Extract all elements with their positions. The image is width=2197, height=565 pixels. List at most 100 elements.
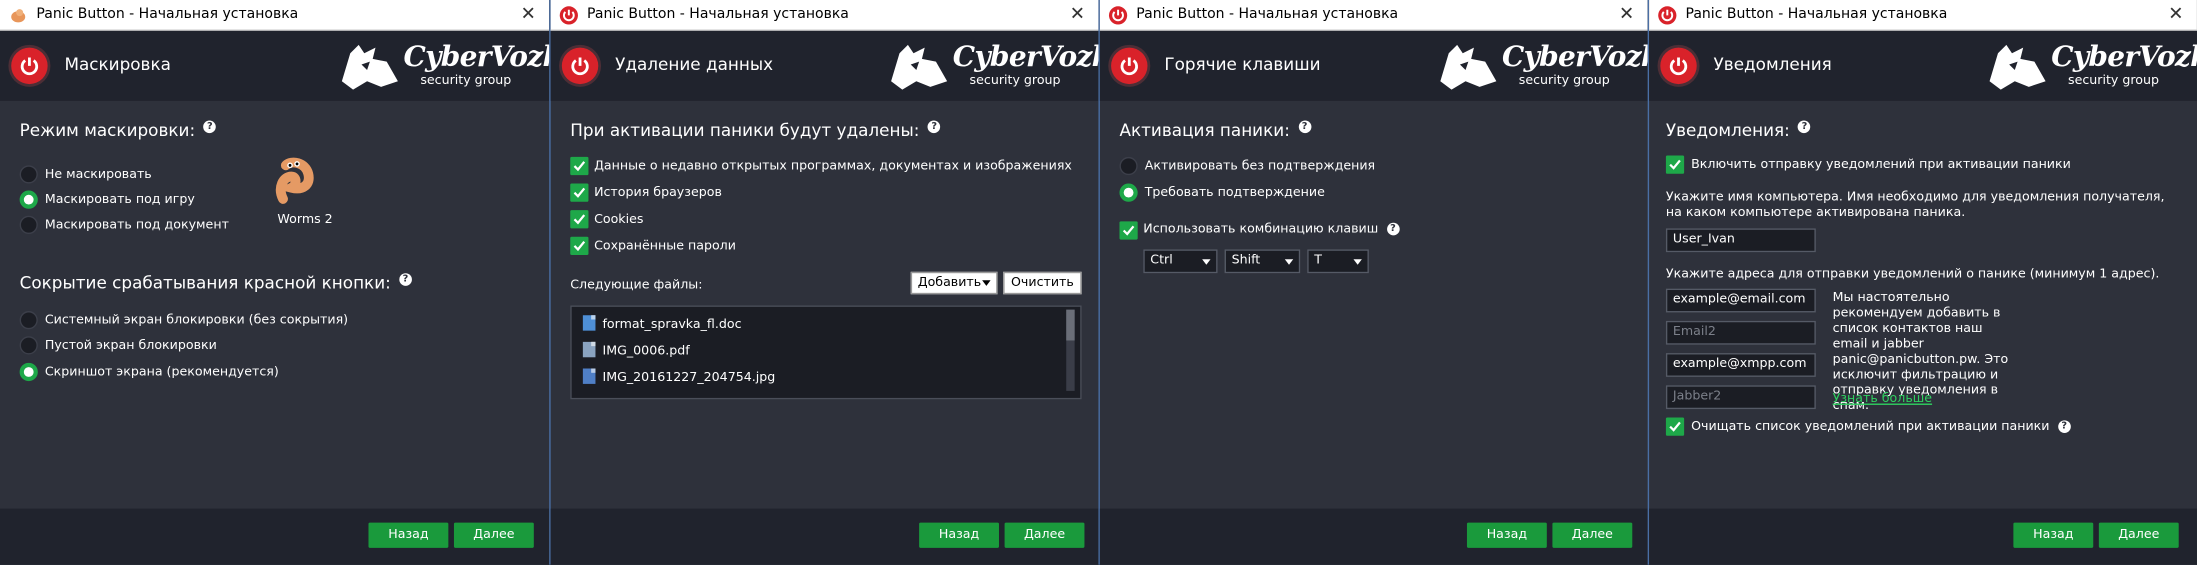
footer: Назад Далее	[0, 508, 550, 565]
radio-label: Требовать подтверждение	[1144, 186, 1325, 201]
check-icon	[1669, 159, 1681, 170]
brand-sub: security group	[1518, 74, 1610, 89]
power-icon	[1660, 47, 1697, 85]
chevron-down-icon	[1353, 259, 1362, 265]
back-button[interactable]: Назад	[2013, 522, 2094, 548]
window-delete-data: Panic Button - Начальная установка ✕ Уда…	[549, 0, 1112, 565]
content: При активации паники будут удалены:? Дан…	[551, 101, 1099, 509]
next-button[interactable]: Далее	[1004, 522, 1085, 548]
power-app-icon	[559, 5, 578, 24]
computer-hint: Укажите имя компьютера. Имя необходимо д…	[1665, 190, 2165, 220]
next-button[interactable]: Далее	[1552, 522, 1633, 548]
rhino-logo-icon	[1989, 44, 2046, 90]
radio-game-disguise[interactable]	[19, 190, 38, 209]
cybervozh-logo: CyberVozh security group	[1438, 36, 1661, 95]
radio-doc-disguise[interactable]	[19, 215, 38, 234]
checkbox-clear-list[interactable]	[1665, 417, 1685, 436]
cybervozh-logo: CyberVozh security group	[339, 36, 563, 95]
next-button[interactable]: Далее	[453, 522, 534, 548]
stage: Panic Button - Начальная установка ✕ Мас…	[0, 0, 2197, 565]
close-button[interactable]: ✕	[2155, 4, 2197, 25]
back-button[interactable]: Назад	[919, 522, 999, 548]
scrollbar[interactable]	[1066, 309, 1075, 391]
chevron-down-icon	[982, 280, 991, 286]
check-icon	[573, 240, 586, 252]
power-icon	[11, 47, 48, 85]
radio-screenshot[interactable]	[19, 362, 38, 382]
computer-name-input[interactable]: User_Ivan	[1665, 228, 1816, 253]
clear-button[interactable]: Очистить	[1003, 271, 1082, 295]
check-icon	[573, 187, 586, 198]
footer: Назад Далее	[550, 508, 1099, 565]
modifier1-select[interactable]: Ctrl	[1143, 249, 1218, 274]
checkbox-use-hotkey[interactable]	[1119, 221, 1138, 240]
brand-name: CyberVozh	[952, 39, 1112, 73]
footer: Назад Далее	[1649, 508, 2197, 565]
section-heading: Активация паники:?	[1119, 120, 1311, 140]
rhino-logo-icon	[891, 44, 948, 90]
window-notifications: Panic Button - Начальная установка ✕ Уве…	[1647, 0, 2197, 565]
help-icon[interactable]: ?	[927, 120, 941, 134]
power-icon	[1111, 47, 1148, 85]
power-icon	[561, 47, 599, 85]
radio-no-confirm[interactable]	[1119, 156, 1138, 176]
header: Маскировка CyberVozh security group	[0, 30, 563, 101]
add-dropdown-button[interactable]: Добавить	[910, 271, 998, 295]
checkbox-cookies[interactable]	[570, 210, 589, 229]
page-title: Уведомления	[1713, 54, 1832, 75]
list-item[interactable]: format_spravka_fl.doc	[582, 315, 742, 332]
help-icon[interactable]: ?	[203, 120, 217, 134]
scrollbar-thumb[interactable]	[1066, 309, 1075, 341]
window-title: Panic Button - Начальная установка	[36, 7, 299, 23]
brand-name: CyberVozh	[403, 39, 563, 73]
rhino-logo-icon	[1440, 44, 1497, 90]
worms-game-icon[interactable]	[275, 157, 317, 205]
close-button[interactable]: ✕	[1606, 4, 1648, 25]
back-button[interactable]: Назад	[1466, 522, 1547, 548]
help-icon[interactable]: ?	[1298, 120, 1311, 134]
window-title: Panic Button - Начальная установка	[587, 7, 849, 23]
section-heading: Режим маскировки:?	[20, 120, 217, 140]
help-icon[interactable]: ?	[399, 273, 412, 286]
help-icon[interactable]: ?	[1798, 120, 1811, 134]
window-disguise: Panic Button - Начальная установка ✕ Мас…	[0, 0, 563, 565]
radio-empty-lock[interactable]	[19, 336, 38, 355]
jabber2-input[interactable]: Jabber2	[1665, 385, 1816, 410]
title-bar: Panic Button - Начальная установка ✕	[550, 0, 1099, 31]
page-title: Горячие клавиши	[1164, 54, 1321, 75]
cybervozh-logo: CyberVozh security group	[888, 36, 1112, 95]
key-select[interactable]: T	[1307, 249, 1369, 274]
radio-label: Скриншот экрана (рекомендуется)	[44, 365, 279, 380]
content: Режим маскировки:? Не маскировать Маскир…	[0, 101, 549, 509]
close-button[interactable]: ✕	[507, 4, 549, 25]
radio-system-lock[interactable]	[19, 311, 38, 330]
email2-input[interactable]: Email2	[1665, 320, 1816, 345]
back-button[interactable]: Назад	[368, 522, 449, 548]
files-label: Следующие файлы:	[570, 278, 703, 293]
pdf-file-icon	[582, 341, 596, 358]
worm-app-icon	[11, 8, 26, 22]
next-button[interactable]: Далее	[2098, 522, 2179, 548]
brand-name: CyberVozh	[1501, 39, 1661, 73]
address-hint: Укажите адреса для отправки уведомлений …	[1665, 267, 2160, 282]
file-list[interactable]: format_spravka_fl.doc IMG_0006.pdf IMG_2…	[570, 305, 1082, 400]
radio-label: Маскировать под игру	[44, 193, 195, 208]
checkbox-enable-notifications[interactable]	[1665, 155, 1685, 174]
learn-more-link[interactable]: Узнать больше	[1833, 392, 1932, 406]
list-item[interactable]: IMG_0006.pdf	[582, 341, 690, 359]
email1-input[interactable]: example@email.com	[1665, 288, 1816, 313]
jabber1-input[interactable]: example@xmpp.com	[1665, 353, 1816, 377]
help-icon[interactable]: ?	[2057, 420, 2071, 433]
list-item[interactable]: IMG_20161227_204754.jpg	[582, 368, 775, 385]
radio-no-disguise[interactable]	[19, 165, 38, 184]
help-icon[interactable]: ?	[1386, 222, 1400, 236]
radio-label: Пустой экран блокировки	[44, 339, 217, 354]
close-button[interactable]: ✕	[1056, 4, 1098, 25]
checkbox-passwords[interactable]	[570, 236, 589, 256]
checkbox-recent-data[interactable]	[570, 156, 589, 176]
modifier2-select[interactable]: Shift	[1224, 249, 1301, 274]
radio-require-confirm[interactable]	[1119, 183, 1138, 202]
checkbox-label: Cookies	[594, 212, 644, 227]
content: Активация паники:? Активировать без подт…	[1100, 101, 1648, 509]
checkbox-browser-history[interactable]	[570, 183, 589, 202]
